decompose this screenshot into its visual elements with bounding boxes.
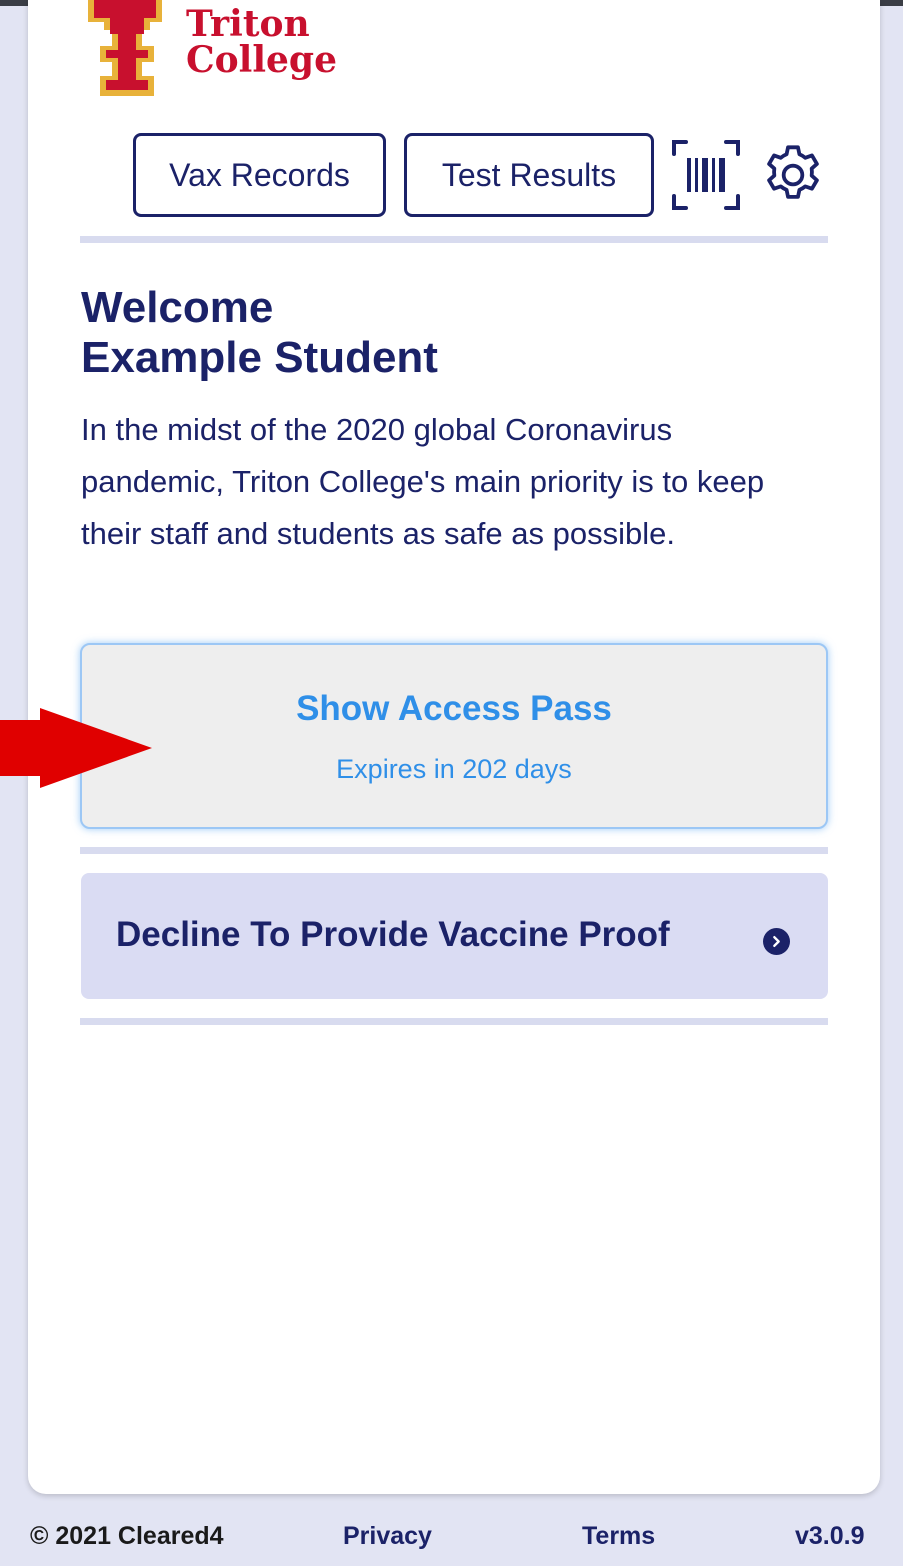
pass-divider bbox=[80, 847, 828, 854]
settings-button[interactable] bbox=[758, 140, 828, 210]
decline-divider bbox=[80, 1018, 828, 1025]
version-label: v3.0.9 bbox=[795, 1522, 865, 1550]
header-divider bbox=[80, 236, 828, 243]
gear-icon bbox=[767, 145, 819, 199]
terms-link[interactable]: Terms bbox=[582, 1522, 655, 1551]
test-results-button[interactable]: Test Results bbox=[404, 133, 654, 217]
logo-wordmark: Triton College bbox=[186, 6, 337, 78]
show-access-pass-button[interactable]: Show Access Pass Expires in 202 days bbox=[80, 643, 828, 829]
welcome-line: Welcome bbox=[81, 283, 274, 332]
student-name: Example Student bbox=[81, 333, 438, 382]
barcode-scan-button[interactable] bbox=[670, 138, 742, 212]
barcode-scan-icon bbox=[672, 140, 740, 210]
welcome-heading: Welcome Example Student bbox=[81, 283, 438, 383]
privacy-link[interactable]: Privacy bbox=[343, 1522, 432, 1551]
triton-shield-icon bbox=[88, 0, 162, 96]
vax-records-button[interactable]: Vax Records bbox=[133, 133, 386, 217]
access-pass-expiry: Expires in 202 days bbox=[336, 754, 572, 784]
copyright-text: © 2021 Cleared4 bbox=[30, 1522, 224, 1550]
logo-line-2: College bbox=[186, 39, 337, 81]
chevron-right-circle-icon bbox=[763, 928, 790, 955]
decline-vaccine-proof-button[interactable]: Decline To Provide Vaccine Proof bbox=[81, 873, 828, 999]
logo-line-1: Triton bbox=[186, 3, 310, 45]
decline-label: Decline To Provide Vaccine Proof bbox=[116, 915, 670, 954]
intro-text: In the midst of the 2020 global Coronavi… bbox=[81, 412, 765, 551]
red-arrow-icon bbox=[0, 708, 152, 788]
access-pass-title: Show Access Pass bbox=[296, 689, 612, 728]
